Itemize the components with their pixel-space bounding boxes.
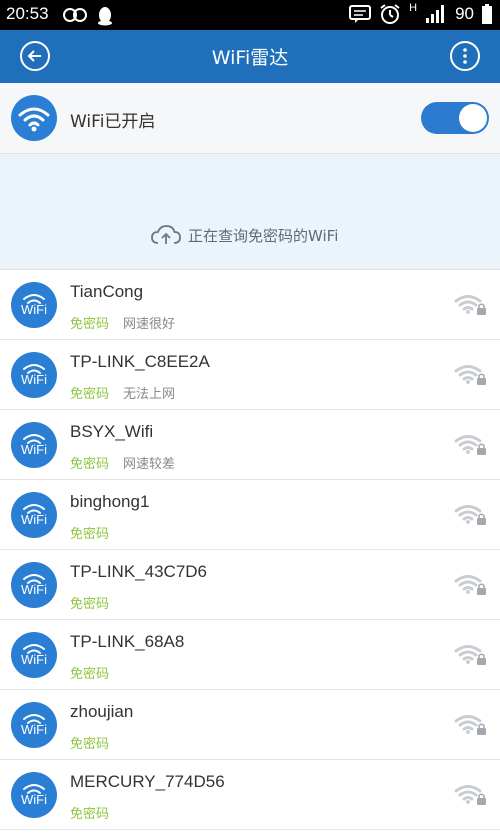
wifi-icon-text: WiFi — [21, 652, 47, 667]
wifi-network-icon: WiFi — [11, 632, 57, 678]
signal-lock-icon — [454, 572, 488, 600]
wifi-toggle-row: WiFi已开启 — [0, 83, 500, 154]
signal-lock-icon — [454, 502, 488, 530]
wifi-network-row[interactable]: WiFi TP-LINK_43C7D6 免密码 — [0, 550, 500, 620]
wifi-network-icon: WiFi — [11, 352, 57, 398]
signal-lock-icon — [454, 712, 488, 740]
status-time: 20:53 — [6, 4, 49, 23]
wifi-icon — [18, 107, 50, 132]
free-badge: 免密码 — [70, 457, 110, 472]
free-badge: 免密码 — [70, 317, 110, 332]
network-type: H — [409, 2, 418, 14]
free-badge: 免密码 — [70, 597, 110, 612]
network-status: 无法上网 — [123, 387, 176, 402]
network-name: TP-LINK_68A8 — [70, 632, 185, 651]
wifi-icon-text: WiFi — [21, 302, 47, 317]
signal-lock-icon — [454, 782, 488, 810]
free-badge: 免密码 — [70, 527, 110, 542]
wifi-network-list: WiFi TianCong 免密码 网速很好 WiFi TP-LINK_C8EE2A 免密码… — [0, 270, 500, 830]
wifi-network-row[interactable]: WiFi binghong1 免密码 — [0, 480, 500, 550]
wifi-network-icon: WiFi — [11, 702, 57, 748]
app-bar: WiFi雷达 — [0, 30, 500, 83]
wifi-icon-text: WiFi — [21, 372, 47, 387]
network-name: binghong1 — [70, 492, 150, 511]
wifi-network-icon: WiFi — [11, 422, 57, 468]
free-badge: 免密码 — [70, 737, 110, 752]
more-vertical-icon — [463, 48, 467, 64]
wifi-icon-text: WiFi — [21, 792, 47, 807]
free-badge: 免密码 — [70, 667, 110, 682]
battery-icon — [482, 4, 492, 24]
wifi-network-icon: WiFi — [11, 562, 57, 608]
wifi-toggle-label: WiFi已开启 — [70, 112, 156, 132]
alarm-icon — [380, 4, 400, 24]
status-right-icons: H 90 — [349, 2, 492, 25]
switch-knob — [459, 104, 487, 132]
free-badge: 免密码 — [70, 807, 110, 822]
network-name: TianCong — [70, 282, 144, 301]
message-icon — [349, 5, 372, 23]
wifi-network-row[interactable]: WiFi MERCURY_774D56 免密码 — [0, 760, 500, 830]
wifi-network-row[interactable]: WiFi TP-LINK_68A8 免密码 — [0, 620, 500, 690]
wifi-network-row[interactable]: WiFi BSYX_Wifi 免密码 网速较差 — [0, 410, 500, 480]
wifi-icon-text: WiFi — [21, 722, 47, 737]
free-badge: 免密码 — [70, 387, 110, 402]
wifi-network-icon: WiFi — [11, 282, 57, 328]
status-bar: 20:53 H 90 — [0, 0, 500, 30]
network-name: MERCURY_774D56 — [70, 772, 225, 791]
signal-lock-icon — [454, 642, 488, 670]
wifi-network-row[interactable]: WiFi zhoujian 免密码 — [0, 690, 500, 760]
wifi-network-row[interactable]: WiFi TianCong 免密码 网速很好 — [0, 270, 500, 340]
cloud-sync-icon — [151, 225, 181, 244]
wifi-icon-text: WiFi — [21, 582, 47, 597]
wifi-icon-text: WiFi — [21, 512, 47, 527]
network-name: zhoujian — [70, 702, 134, 721]
wifi-icon-text: WiFi — [21, 442, 47, 457]
battery-level: 90 — [455, 4, 474, 23]
wifi-toggle-switch[interactable] — [421, 102, 489, 134]
infinity-icon — [63, 8, 87, 22]
search-panel: 正在查询免密码的WiFi — [0, 154, 500, 270]
network-name: TP-LINK_C8EE2A — [70, 352, 210, 371]
network-status: 网速较差 — [123, 457, 176, 472]
signal-lock-icon — [454, 362, 488, 390]
more-button[interactable] — [450, 41, 480, 71]
page-title: WiFi雷达 — [211, 47, 289, 69]
signal-lock-icon — [454, 432, 488, 460]
signal-lock-icon — [454, 292, 488, 320]
network-status: 网速很好 — [123, 317, 176, 332]
signal-strength-icon — [426, 5, 445, 23]
wifi-network-row[interactable]: WiFi TP-LINK_C8EE2A 免密码 无法上网 — [0, 340, 500, 410]
wifi-status-icon — [11, 95, 57, 141]
status-notification-icons — [62, 6, 114, 26]
network-name: BSYX_Wifi — [70, 422, 154, 441]
search-status: 正在查询免密码的WiFi — [150, 224, 338, 246]
network-name: TP-LINK_43C7D6 — [70, 562, 208, 581]
qq-penguin-icon — [98, 7, 112, 26]
wifi-network-icon: WiFi — [11, 492, 57, 538]
search-message: 正在查询免密码的WiFi — [188, 226, 339, 245]
wifi-network-icon: WiFi — [11, 772, 57, 818]
